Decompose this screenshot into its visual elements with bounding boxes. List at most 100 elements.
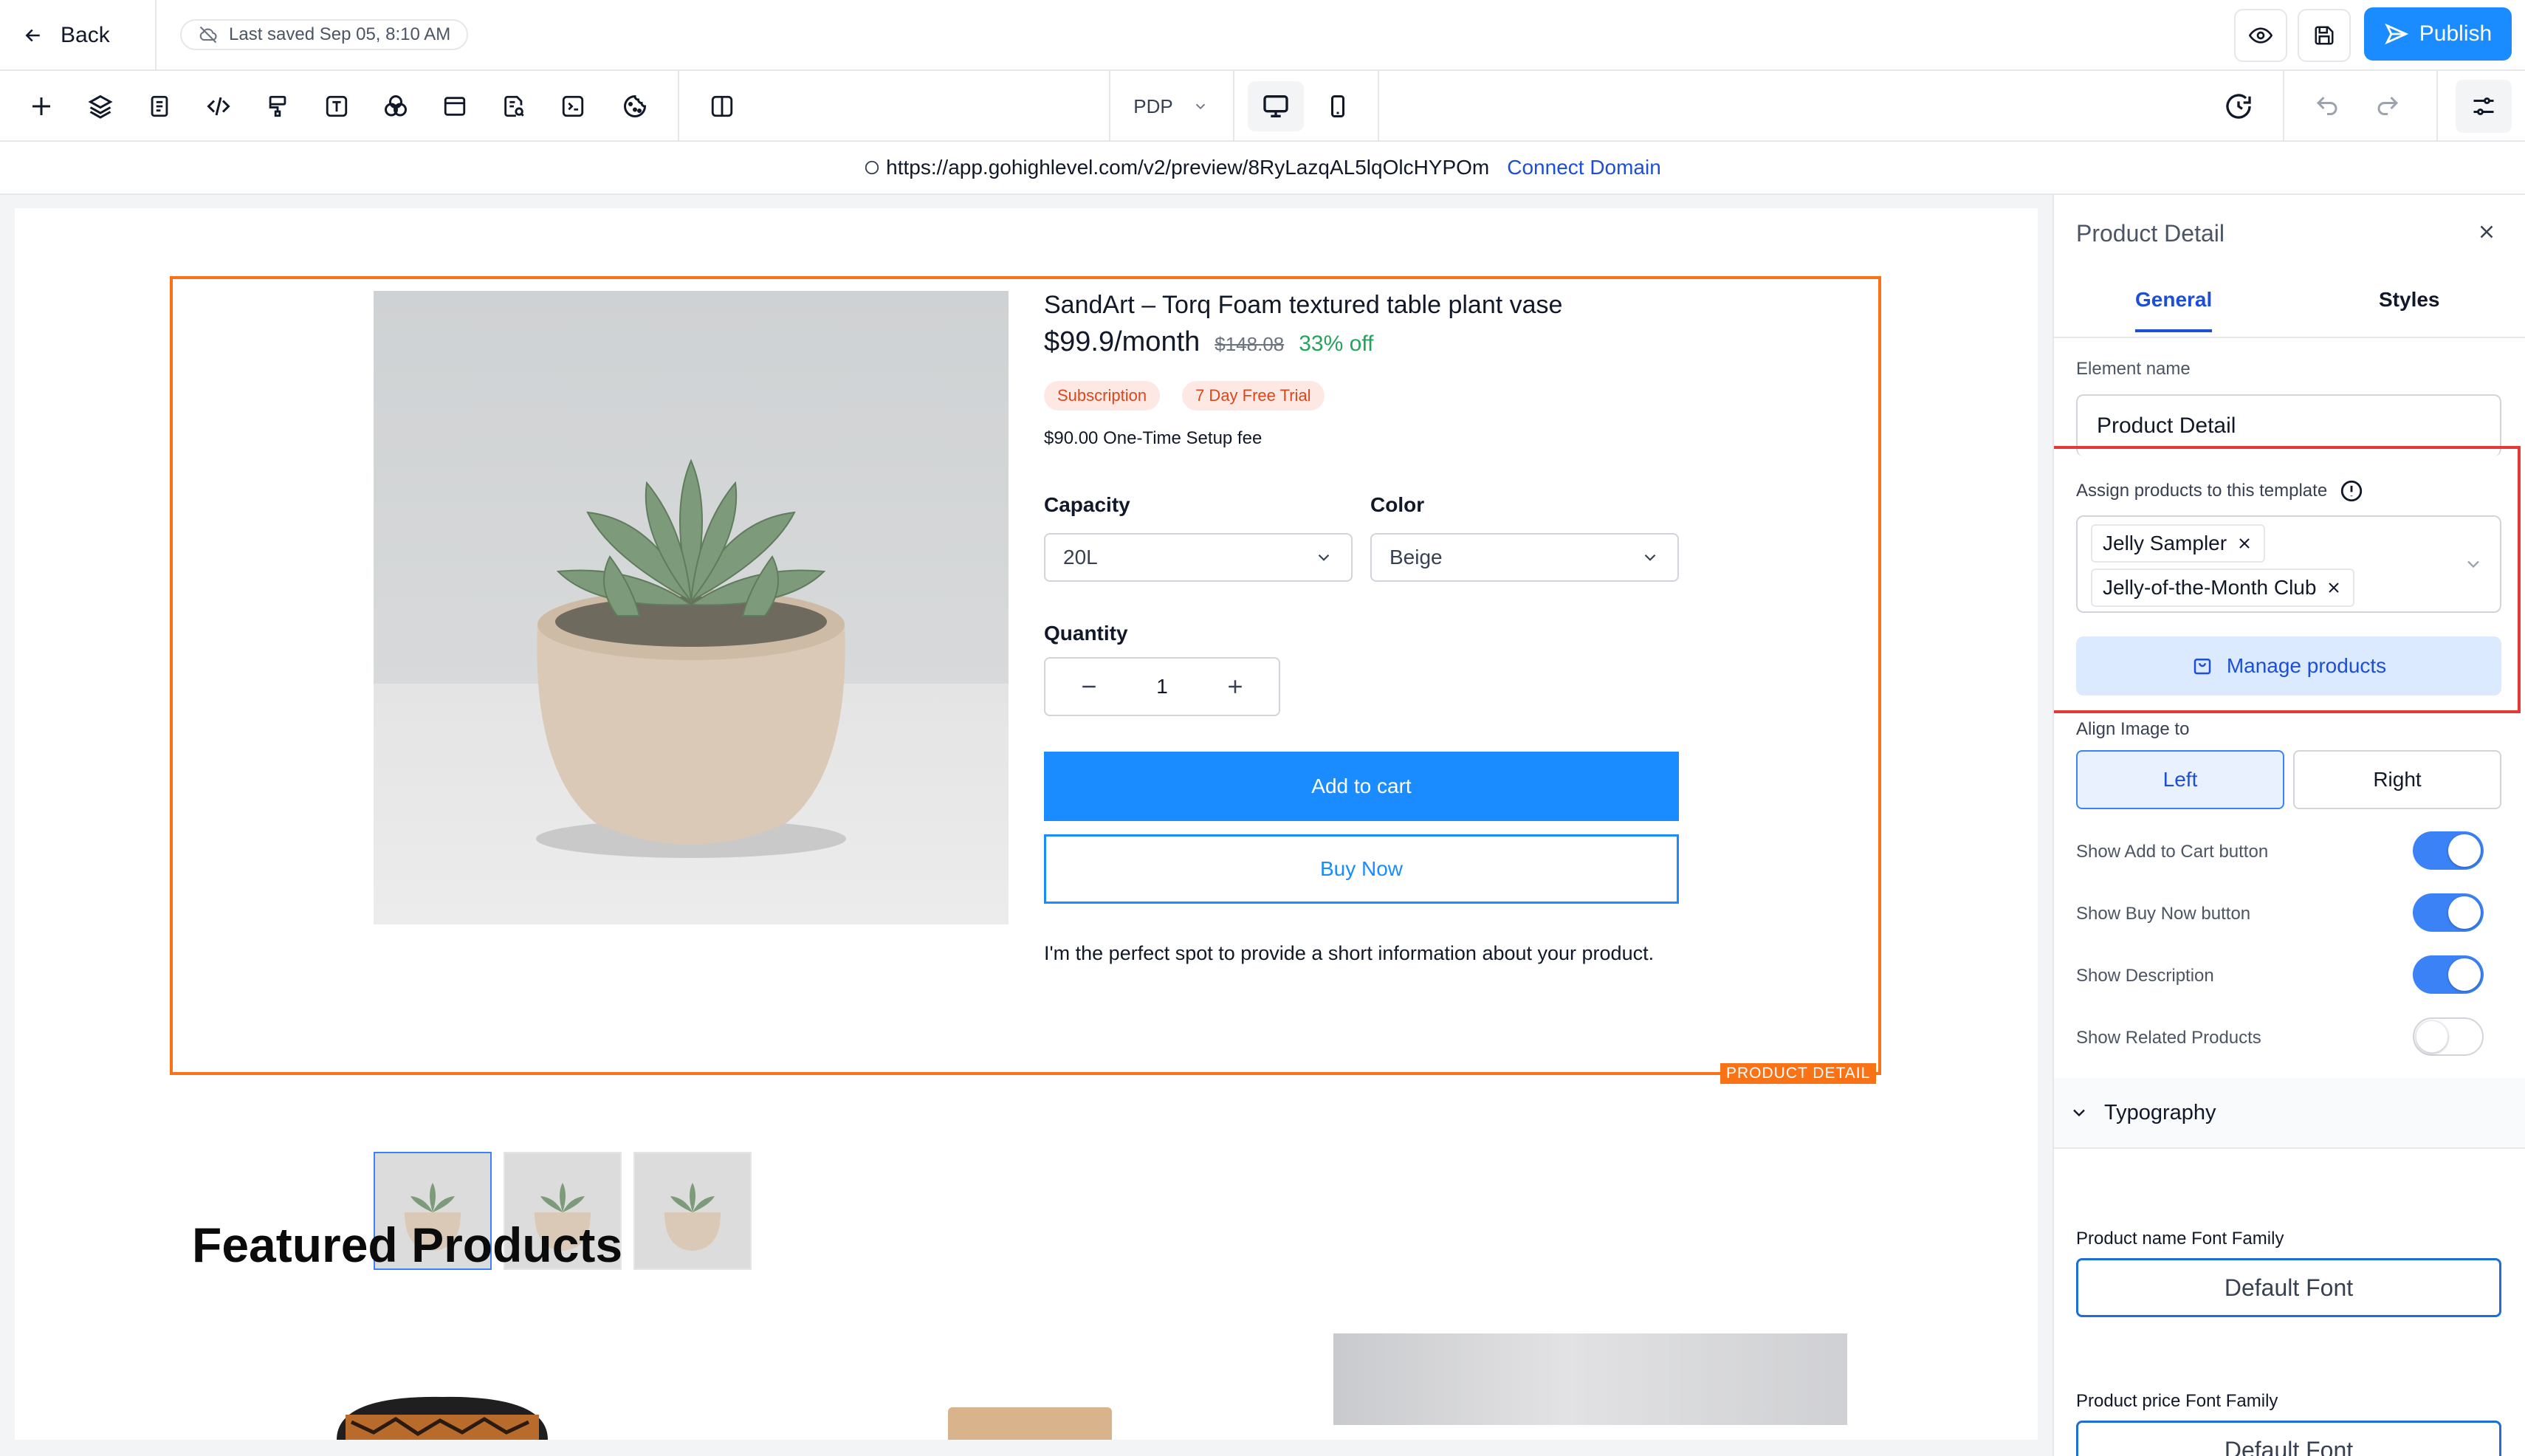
close-icon	[2239, 538, 2250, 549]
close-panel-button[interactable]	[2472, 217, 2501, 247]
color-select[interactable]: Beige	[1370, 533, 1679, 582]
back-button[interactable]: Back	[22, 18, 110, 53]
remove-chip-button[interactable]	[2325, 579, 2343, 597]
name-font-select[interactable]: Default Font	[2076, 1258, 2501, 1317]
eye-icon	[2249, 24, 2272, 47]
color-label: Color	[1370, 493, 1425, 516]
publish-button[interactable]: Publish	[2364, 7, 2512, 61]
document-search-icon	[501, 94, 526, 119]
preview-url[interactable]: https://app.gohighlevel.com/v2/preview/8…	[864, 156, 1489, 179]
editor-toolbar: PDP	[0, 71, 2525, 142]
show-add-to-cart-toggle[interactable]	[2413, 831, 2484, 870]
element-name-label: Element name	[2076, 359, 2191, 379]
shopping-bag-icon	[2191, 655, 2213, 677]
toggle-knob	[2448, 834, 2481, 867]
thumbnail-image	[635, 1153, 750, 1268]
settings-panel-button[interactable]	[2456, 80, 2512, 133]
assigned-products-select[interactable]: Jelly Sampler Jelly-of-the-Month Club	[2076, 515, 2501, 613]
panel-title: Product Detail	[2076, 220, 2225, 247]
redo-icon	[2374, 93, 2401, 120]
desktop-icon	[1261, 92, 1291, 121]
undo-icon	[2314, 93, 2340, 120]
section-button[interactable]	[437, 89, 473, 124]
code-button[interactable]	[201, 89, 236, 124]
history-button[interactable]	[2221, 89, 2256, 124]
remove-chip-button[interactable]	[2236, 535, 2253, 552]
divider	[2436, 71, 2438, 142]
color-value: Beige	[1389, 546, 1443, 569]
top-bar: Back Last saved Sep 05, 8:10 AM Publish	[0, 0, 2525, 71]
paint-button[interactable]	[260, 89, 295, 124]
badge-row: Subscription 7 Day Free Trial	[1044, 381, 1325, 411]
add-element-button[interactable]	[24, 89, 59, 124]
subscription-badge: Subscription	[1044, 381, 1161, 411]
minus-icon	[1082, 685, 1096, 688]
text-button[interactable]	[319, 89, 354, 124]
mobile-icon	[1325, 93, 1351, 120]
undo-button[interactable]	[2309, 89, 2345, 124]
product-chip-label: Jelly-of-the-Month Club	[2103, 576, 2317, 599]
page-select[interactable]: PDP	[1110, 71, 1231, 142]
manage-products-button[interactable]: Manage products	[2076, 636, 2501, 696]
publish-label: Publish	[2419, 21, 2493, 46]
split-view-button[interactable]	[704, 89, 740, 124]
show-description-toggle[interactable]	[2413, 955, 2484, 994]
color-circles-icon	[382, 93, 409, 120]
close-icon	[2329, 583, 2340, 593]
send-icon	[2384, 21, 2409, 47]
save-button[interactable]	[2298, 9, 2351, 62]
preview-button[interactable]	[2234, 9, 2287, 62]
color-button[interactable]	[378, 89, 413, 124]
chevron-down-icon	[2069, 1102, 2089, 1123]
arrow-left-icon	[22, 24, 44, 47]
layers-button[interactable]	[83, 89, 118, 124]
desktop-view-button[interactable]	[1248, 81, 1304, 131]
code-icon	[205, 93, 232, 120]
toggle-label: Show Description	[2076, 966, 2214, 986]
mobile-view-button[interactable]	[1310, 81, 1366, 131]
text-icon	[324, 94, 349, 119]
add-to-cart-button[interactable]: Add to cart	[1044, 752, 1679, 821]
featured-product-image-1[interactable]	[329, 1381, 555, 1440]
price-row: $99.9/month $148.08 33% off	[1044, 326, 1373, 358]
toggle-knob	[2448, 896, 2481, 929]
save-status-pill: Last saved Sep 05, 8:10 AM	[180, 19, 469, 50]
layers-icon	[87, 93, 114, 120]
product-main-image[interactable]	[374, 291, 1009, 924]
align-right-option[interactable]: Right	[2293, 750, 2501, 809]
show-related-products-toggle[interactable]	[2413, 1017, 2484, 1056]
cookie-button[interactable]	[617, 89, 653, 124]
decrease-quantity-button[interactable]	[1078, 676, 1100, 698]
show-buy-now-toggle[interactable]	[2413, 893, 2484, 932]
paint-roller-icon	[265, 94, 290, 119]
cookie-icon	[622, 93, 648, 120]
quantity-value[interactable]: 1	[1156, 675, 1168, 698]
capacity-select[interactable]: 20L	[1044, 533, 1353, 582]
seo-button[interactable]	[496, 89, 532, 124]
thumbnail-3[interactable]	[633, 1152, 752, 1270]
chevron-down-icon	[2463, 554, 2484, 574]
chevron-down-icon	[1641, 548, 1660, 567]
tab-styles-label: Styles	[2379, 288, 2440, 311]
tab-general[interactable]: General	[2135, 288, 2213, 332]
tab-styles[interactable]: Styles	[2379, 288, 2440, 312]
increase-quantity-button[interactable]	[1224, 676, 1246, 698]
pages-button[interactable]	[142, 89, 177, 124]
terminal-button[interactable]	[555, 89, 591, 124]
featured-product-image-2[interactable]	[948, 1407, 1112, 1440]
product-chip-label: Jelly Sampler	[2103, 532, 2227, 554]
typography-section-header[interactable]: Typography	[2054, 1078, 2525, 1149]
divider	[678, 71, 679, 142]
featured-product-image-3[interactable]	[1333, 1333, 1847, 1425]
page-canvas: PRODUCT DETAIL SandArt – Torq Foam textu…	[15, 208, 2038, 1440]
align-left-option[interactable]: Left	[2076, 750, 2284, 809]
redo-button[interactable]	[2370, 89, 2405, 124]
panel-tabs: General Styles	[2054, 275, 2525, 338]
toggle-label: Show Add to Cart button	[2076, 842, 2269, 862]
chevron-down-icon	[1192, 98, 1209, 114]
capacity-value: 20L	[1063, 546, 1098, 569]
price-font-select[interactable]: Default Font	[2076, 1421, 2501, 1456]
connect-domain-link[interactable]: Connect Domain	[1507, 156, 1661, 179]
info-icon[interactable]	[2339, 478, 2364, 504]
buy-now-button[interactable]: Buy Now	[1044, 834, 1679, 904]
